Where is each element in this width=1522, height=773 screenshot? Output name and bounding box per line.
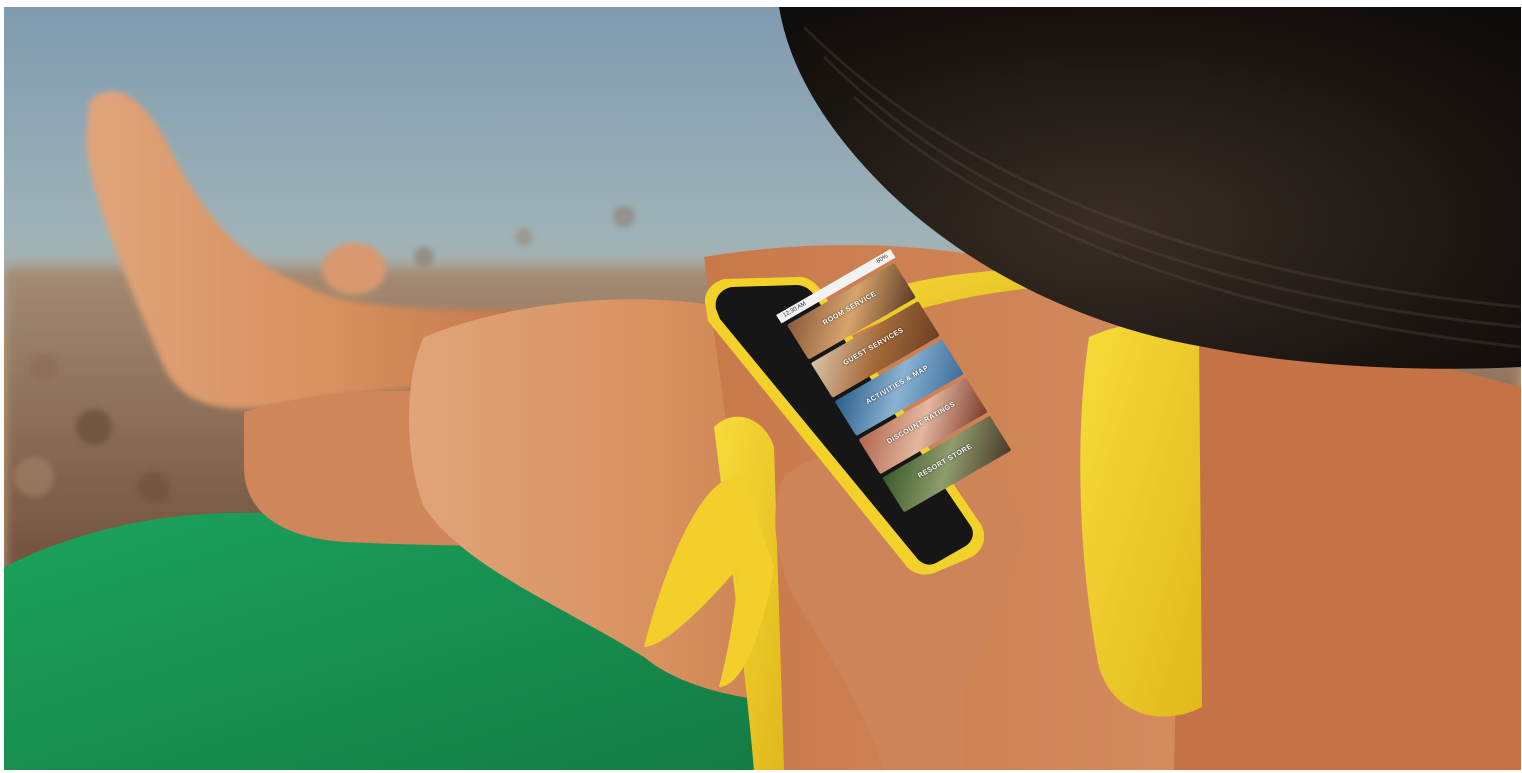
bikini-top	[1080, 322, 1202, 717]
shoulder	[1174, 335, 1521, 770]
photo-frame: 12:30 AM 80% ROOM SERVICE GUEST SERVICES…	[4, 7, 1521, 770]
smartphone: 12:30 AM 80% ROOM SERVICE GUEST SERVICES…	[698, 249, 1012, 575]
